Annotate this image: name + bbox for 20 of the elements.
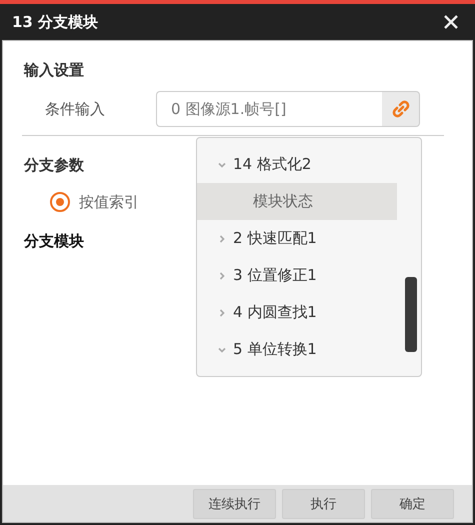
footer-button[interactable]: 连续执行 [193,488,276,518]
chevron-right-icon[interactable] [217,234,227,244]
tree-item[interactable]: 14 格式化2 [197,146,397,183]
radio-button[interactable] [50,192,70,212]
tree-item[interactable]: 5 单位转换1 [197,331,397,368]
tree-item[interactable]: 模块状态 [197,183,397,220]
scrollbar-thumb[interactable] [405,277,417,352]
chevron-right-icon[interactable] [217,308,227,318]
tree-item[interactable]: 3 位置修正1 [197,257,397,294]
tree-item[interactable]: 4 内圆查找1 [197,294,397,331]
tree-item[interactable]: 2 快速匹配1 [197,220,397,257]
section-heading: 分支参数 [24,156,84,175]
chevron-right-icon[interactable] [217,270,227,280]
footer-button[interactable]: 确定 [371,488,454,518]
window-title: 13 分支模块 [12,12,98,32]
radio-label: 按值索引 [79,192,139,212]
field-label: 条件输入 [45,100,106,118]
section-heading: 分支模块 [24,232,84,251]
footer-button[interactable]: 执行 [282,488,365,518]
section-heading: 输入设置 [24,61,84,80]
